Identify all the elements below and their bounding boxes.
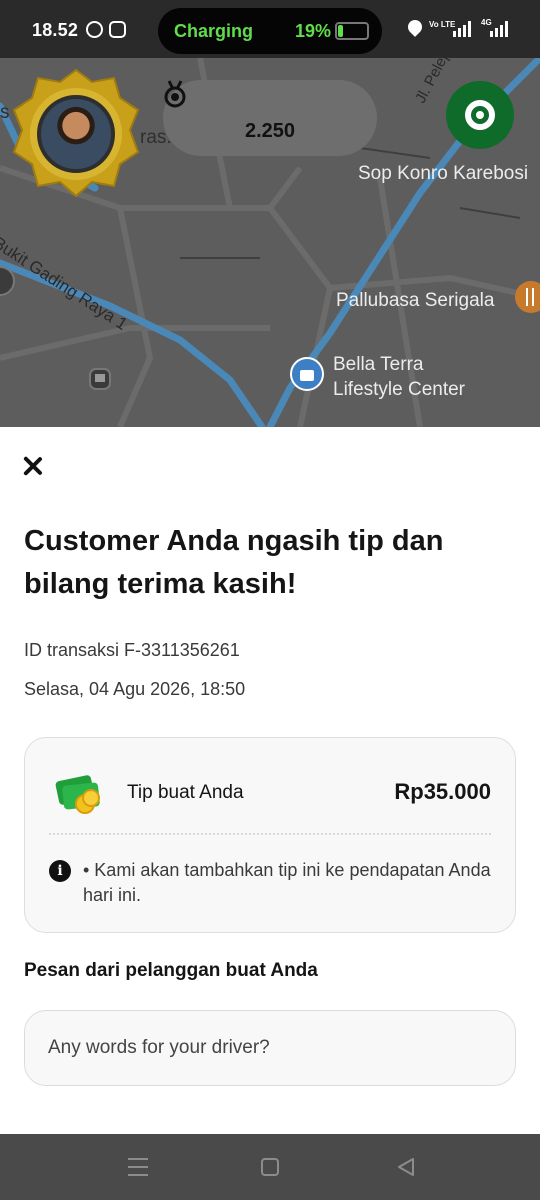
- info-text: • Kami akan tambahkan tip ini ke pendapa…: [83, 860, 491, 905]
- map-marker-icon: [0, 266, 15, 296]
- transaction-datetime: Selasa, 04 Agu 2026, 18:50: [24, 679, 246, 699]
- tip-card: Tip buat Anda Rp35.000 i • Kami akan tam…: [24, 737, 516, 933]
- restaurant-icon: [515, 281, 540, 313]
- close-icon[interactable]: [22, 455, 44, 477]
- money-icon: [55, 775, 100, 814]
- medal-icon: [164, 80, 186, 108]
- driver-avatar-badge[interactable]: [10, 68, 142, 200]
- status-bar: 18.52 Charging 19% Vo LTE 4G: [0, 0, 540, 58]
- info-icon: i: [49, 860, 71, 882]
- home-icon[interactable]: [261, 1158, 279, 1176]
- battery-level: [338, 25, 343, 37]
- battery-percent: 19%: [295, 21, 332, 41]
- instagram-icon: [109, 21, 126, 38]
- avatar: [37, 95, 115, 173]
- charging-pill: Charging 19%: [158, 8, 382, 54]
- tip-label: Tip buat Anda: [127, 782, 244, 803]
- charging-label: Charging: [174, 21, 253, 41]
- signal-icon: [453, 21, 471, 37]
- customer-message-text: Any words for your driver?: [48, 1037, 270, 1058]
- battery-icon: [335, 22, 369, 40]
- shopping-bag-icon: [290, 357, 324, 391]
- go-online-button[interactable]: [446, 81, 514, 149]
- tip-amount: Rp35.000: [394, 779, 491, 804]
- volte-label: Vo LTE: [429, 20, 456, 29]
- status-time: 18.52: [32, 20, 79, 40]
- signal-icon-2: [490, 21, 508, 37]
- customer-message-box: Any words for your driver?: [24, 1010, 516, 1086]
- divider: [49, 833, 491, 835]
- back-icon[interactable]: [395, 1156, 417, 1178]
- whatsapp-icon: [86, 21, 103, 38]
- map-view[interactable]: Jl. Pelep Bukit Gading Raya 1 s ras. Sop…: [0, 58, 540, 427]
- location-icon: [405, 17, 425, 37]
- tip-bottom-sheet: Customer Anda ngasih tip dan bilang teri…: [0, 427, 540, 1134]
- message-section-title: Pesan dari pelanggan buat Anda: [24, 960, 318, 981]
- system-icons: Vo LTE 4G: [405, 17, 518, 42]
- score-value: 2.250: [244, 120, 296, 142]
- page-title: Customer Anda ngasih tip dan bilang teri…: [24, 525, 444, 600]
- navigation-bar: [0, 1134, 540, 1200]
- menu-icon[interactable]: [128, 1158, 148, 1176]
- score-pill[interactable]: 2.250: [163, 80, 377, 156]
- notification-icons: [86, 21, 126, 38]
- bus-stop-icon: [89, 368, 111, 390]
- transaction-id: ID transaksi F-3311356261: [24, 640, 240, 660]
